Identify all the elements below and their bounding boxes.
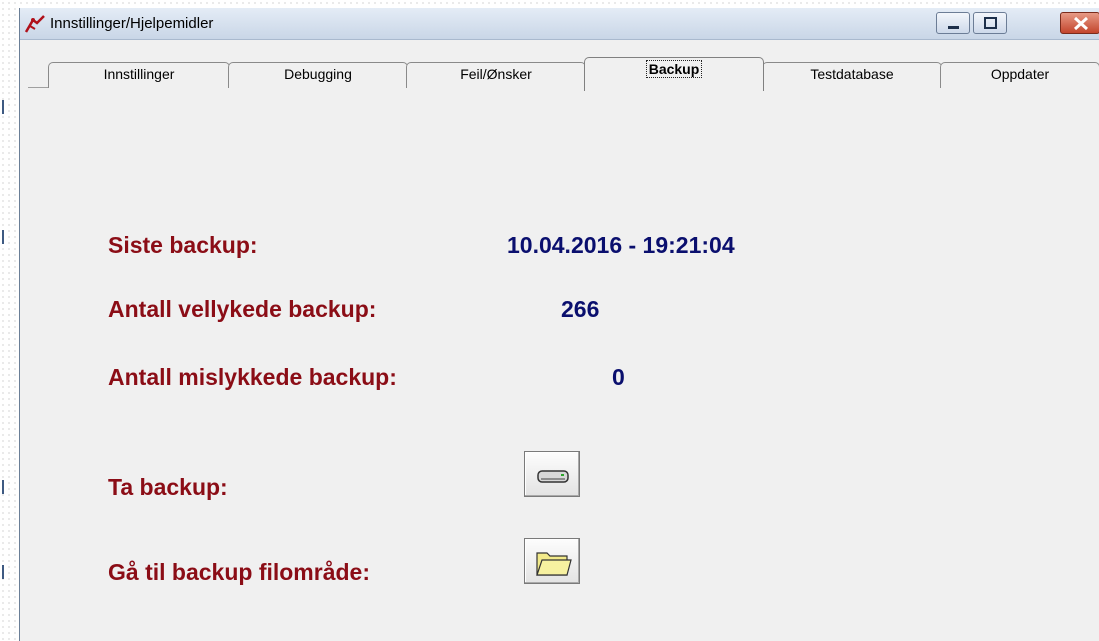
minimize-button[interactable]	[936, 12, 970, 34]
app-logo-icon[interactable]	[24, 14, 46, 34]
tab-innstillinger[interactable]: Innstillinger	[48, 62, 230, 88]
folder-icon	[536, 552, 572, 576]
take-backup-button[interactable]	[524, 451, 580, 497]
close-icon	[1073, 16, 1089, 31]
successful-backups-value: 266	[561, 296, 600, 322]
last-backup-value: 10.04.2016 - 19:21:04	[507, 232, 735, 258]
title-bar[interactable]: Innstillinger/Hjelpemidler	[20, 8, 1099, 40]
drive-icon	[537, 470, 569, 483]
successful-backups-label: Antall vellykede backup:	[108, 296, 377, 322]
take-backup-label: Ta backup:	[108, 474, 228, 500]
goto-backup-folder-button[interactable]	[524, 538, 580, 584]
last-backup-label: Siste backup:	[108, 232, 258, 258]
tab-backup[interactable]: Backup	[584, 57, 764, 91]
tab-testdatabase[interactable]: Testdatabase	[762, 62, 942, 88]
failed-backups-value: 0	[612, 364, 625, 390]
adjacent-window-edge	[0, 0, 19, 641]
failed-backups-label: Antall mislykkede backup:	[108, 364, 397, 390]
goto-backup-folder-label: Gå til backup filområde:	[108, 559, 370, 585]
settings-window: Innstillinger/Hjelpemidler Innstillinger…	[19, 8, 1099, 641]
tab-oppdater[interactable]: Oppdater	[940, 62, 1099, 88]
minimize-icon	[948, 26, 959, 29]
close-button[interactable]	[1060, 12, 1099, 34]
tab-feil-onsker[interactable]: Feil/Ønsker	[406, 62, 586, 88]
maximize-icon	[984, 17, 997, 29]
maximize-button[interactable]	[973, 12, 1007, 34]
tab-debugging[interactable]: Debugging	[228, 62, 408, 88]
tab-strip: Innstillinger Debugging Feil/Ønsker Back…	[28, 40, 1099, 96]
window-title: Innstillinger/Hjelpemidler	[50, 15, 214, 32]
